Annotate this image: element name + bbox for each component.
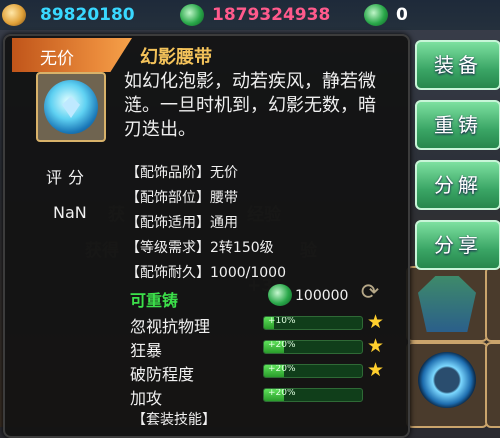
stat-bar: +20%	[263, 364, 363, 378]
reforge-cost: 100000	[295, 288, 349, 304]
equip-slot-armor[interactable]	[406, 266, 488, 342]
score-value: NaN	[53, 203, 87, 222]
grade-label: 无价	[40, 49, 74, 69]
pink-currency-value: 1879324938	[212, 5, 331, 25]
share-button[interactable]: 分享	[415, 220, 500, 270]
star-icon: ★	[367, 335, 385, 357]
decompose-button[interactable]: 分解	[415, 160, 500, 210]
equip-slot-partial-2[interactable]	[485, 342, 500, 428]
stat-bonus: +20%	[268, 364, 296, 374]
stat-name: 破防程度	[130, 365, 195, 384]
stat-bar: +10%	[263, 316, 363, 330]
stat-bonus: +20%	[268, 340, 296, 350]
attr-durability: 【配饰耐久】1000/1000	[126, 265, 286, 281]
star-icon: ★	[367, 359, 385, 381]
stat-name: 忽视抗物理	[130, 317, 211, 336]
equip-button[interactable]: 装备	[415, 40, 500, 90]
set-skill-label: 【套装技能】	[132, 412, 216, 428]
stat-bar: +20%	[263, 340, 363, 354]
reforgeable-label: 可重铸	[130, 291, 179, 310]
jade-icon-2	[364, 4, 388, 26]
stat-name: 加攻	[130, 389, 163, 408]
item-name: 幻影腰带	[140, 47, 212, 68]
belt-icon	[44, 80, 98, 134]
stat-bonus: +10%	[268, 316, 296, 326]
item-description: 如幻化泡影，动若疾风，静若微涟。一旦时机到，幻影无数，暗刃迭出。	[124, 71, 376, 140]
equip-slot-partial[interactable]	[485, 266, 500, 342]
stat-bar: +20%	[263, 388, 363, 402]
ring-icon	[418, 352, 476, 408]
armor-icon	[418, 276, 476, 332]
jade-icon	[180, 4, 204, 26]
attr-usage: 【配饰适用】通用	[126, 215, 238, 231]
stat-name: 狂暴	[130, 341, 163, 360]
gold-icon	[2, 4, 26, 26]
item-icon-frame	[36, 72, 106, 142]
reforge-button[interactable]: 重铸	[415, 100, 500, 150]
attr-grade: 【配饰品阶】无价	[126, 165, 238, 181]
white-currency-value: 0	[396, 5, 408, 25]
blue-currency-value: 89820180	[40, 5, 135, 25]
attr-level: 【等级需求】2转150级	[126, 240, 274, 256]
star-icon: ★	[367, 311, 385, 333]
score-label: 评分	[46, 168, 91, 187]
equip-slot-ring[interactable]	[406, 342, 488, 428]
jade-coin-icon	[268, 284, 292, 306]
refresh-icon[interactable]: ⟳	[358, 281, 382, 305]
attr-slot: 【配饰部位】腰带	[126, 190, 238, 206]
stat-bonus: +20%	[268, 388, 296, 398]
currency-bar: 89820180 1879324938 0	[0, 0, 500, 30]
